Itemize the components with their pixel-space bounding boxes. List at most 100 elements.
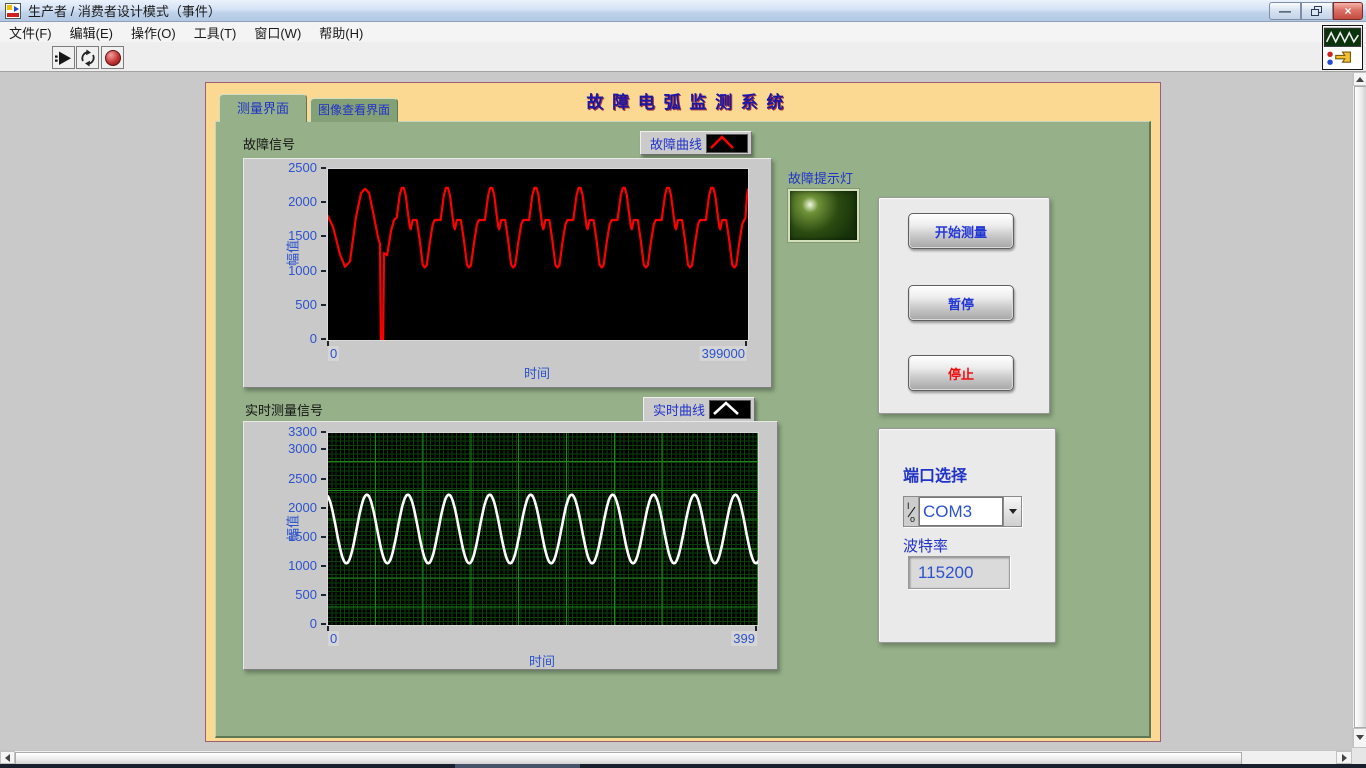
arrow-down-icon — [1356, 735, 1364, 744]
y-tick-mark — [321, 201, 326, 203]
fault-indicator-label: 故障提示灯 — [788, 168, 853, 187]
tab-measurement[interactable]: 测量界面 — [219, 94, 307, 122]
arrow-up-icon — [1356, 73, 1364, 82]
x-tick-mark — [745, 341, 747, 346]
y-tick-label: 2500 — [244, 160, 317, 176]
minimize-button[interactable]: — — [1269, 2, 1301, 20]
scroll-down-button[interactable] — [1353, 728, 1366, 748]
x-tick-mark — [327, 626, 329, 631]
fault-curve-line — [328, 188, 748, 340]
y-tick-label: 0 — [244, 616, 317, 632]
fault-indicator-led — [788, 189, 859, 242]
realtime-chart-plate: 幅值 时间 33003000250020001500100050000399 — [243, 421, 778, 670]
y-tick-mark — [321, 478, 326, 480]
menu-item-3[interactable]: 工具(T) — [185, 21, 246, 44]
menu-item-1[interactable]: 编辑(E) — [61, 21, 122, 44]
y-tick-mark — [321, 431, 326, 433]
abort-button[interactable] — [101, 46, 124, 69]
taskbar-edge — [0, 764, 1366, 768]
tab-image-view[interactable]: 图像查看界面 — [310, 98, 398, 122]
fault-chart-plate: 幅值 时间 250020001500100050000399000 — [243, 158, 772, 388]
labview-app-icon — [5, 3, 21, 19]
scroll-up-button[interactable] — [1353, 72, 1366, 86]
scroll-right-button[interactable] — [1336, 751, 1352, 764]
x-tick-label-min: 0 — [328, 631, 339, 646]
restore-icon — [1311, 6, 1323, 16]
x-tick-label-max: 399000 — [700, 346, 747, 361]
port-value[interactable]: COM3 — [919, 497, 1003, 526]
menu-item-0[interactable]: 文件(F) — [0, 21, 61, 44]
port-combobox[interactable]: Io COM3 — [903, 496, 1022, 527]
pause-button[interactable]: 暂停 — [908, 285, 1014, 321]
x-tick-label-min: 0 — [328, 346, 339, 361]
y-tick-label: 1000 — [244, 558, 317, 574]
realtime-waveform — [328, 433, 758, 625]
fault-curve-line-sample — [706, 134, 748, 153]
fault-chart-plot-area — [327, 168, 749, 341]
scrollbar-corner — [1352, 748, 1366, 764]
y-tick-mark — [321, 623, 326, 625]
realtime-chart-plot-area — [327, 432, 759, 626]
y-tick-mark — [321, 235, 326, 237]
fault-chart-label: 故障信号 — [243, 134, 295, 153]
y-tick-mark — [321, 536, 326, 538]
realtime-curve-line-sample — [709, 400, 751, 419]
scroll-left-button[interactable] — [0, 751, 15, 764]
y-tick-label: 3000 — [244, 441, 317, 457]
menu-bar: 文件(F)编辑(E)操作(O)工具(T)窗口(W)帮助(H) — [0, 22, 1366, 43]
y-tick-mark — [321, 507, 326, 509]
menu-item-2[interactable]: 操作(O) — [122, 21, 185, 44]
fault-chart-x-axis-label: 时间 — [327, 363, 747, 382]
y-tick-mark — [321, 448, 326, 450]
y-tick-label: 500 — [244, 587, 317, 603]
run-continuous-button[interactable] — [76, 46, 99, 69]
svg-text:I: I — [907, 501, 910, 511]
application-window: 生产者 / 消费者设计模式（事件） — × 文件(F)编辑(E)操作(O)工具(… — [0, 0, 1366, 768]
port-select-label: 端口选择 — [903, 462, 967, 486]
restore-button[interactable] — [1301, 2, 1333, 20]
window-title: 生产者 / 消费者设计模式（事件） — [28, 1, 221, 20]
page-title: 故 障 电 弧 监 测 系 统 — [553, 88, 819, 113]
close-button[interactable]: × — [1333, 2, 1363, 20]
abort-icon — [105, 50, 121, 66]
y-tick-label: 1500 — [244, 228, 317, 244]
y-tick-label: 2500 — [244, 471, 317, 487]
menu-item-4[interactable]: 窗口(W) — [245, 21, 310, 44]
vertical-scrollbar[interactable] — [1352, 72, 1366, 748]
y-tick-label: 2000 — [244, 500, 317, 516]
realtime-curve-legend-text: 实时曲线 — [653, 400, 705, 419]
taskbar-button-edge — [455, 764, 580, 768]
y-tick-mark — [321, 270, 326, 272]
vi-icon-thumbnail — [1322, 25, 1363, 70]
fault-curve-legend: 故障曲线 — [640, 131, 752, 155]
realtime-curve-legend: 实时曲线 — [643, 397, 755, 422]
fault-curve-legend-text: 故障曲线 — [650, 134, 702, 153]
arrow-left-icon — [1, 754, 10, 762]
svg-text:o: o — [910, 514, 915, 524]
combo-dropdown-button[interactable] — [1003, 497, 1021, 526]
stop-button[interactable]: 停止 — [908, 355, 1014, 391]
baud-label: 波特率 — [903, 535, 948, 556]
start-button[interactable]: 开始测量 — [908, 213, 1014, 249]
menu-item-5[interactable]: 帮助(H) — [310, 21, 372, 44]
y-tick-label: 0 — [244, 331, 317, 347]
chevron-down-icon — [1009, 509, 1017, 518]
horizontal-scrollbar[interactable] — [0, 750, 1352, 764]
run-button[interactable] — [52, 46, 75, 69]
y-tick-mark — [321, 338, 326, 340]
realtime-curve-line — [328, 495, 758, 564]
run-continuous-icon — [78, 48, 98, 68]
vi-waveform-icon — [1323, 26, 1362, 69]
y-tick-label: 1500 — [244, 529, 317, 545]
y-tick-mark — [321, 167, 326, 169]
window-titlebar[interactable]: 生产者 / 消费者设计模式（事件） — × — [0, 0, 1366, 22]
arrow-right-icon — [1342, 754, 1351, 762]
y-tick-label: 1000 — [244, 263, 317, 279]
x-tick-mark — [755, 626, 757, 631]
y-tick-label: 2000 — [244, 194, 317, 210]
toolbar — [0, 42, 1366, 72]
v-scroll-thumb[interactable] — [1354, 86, 1366, 728]
y-tick-mark — [321, 565, 326, 567]
y-tick-label: 500 — [244, 297, 317, 313]
realtime-chart-label: 实时测量信号 — [245, 400, 323, 419]
